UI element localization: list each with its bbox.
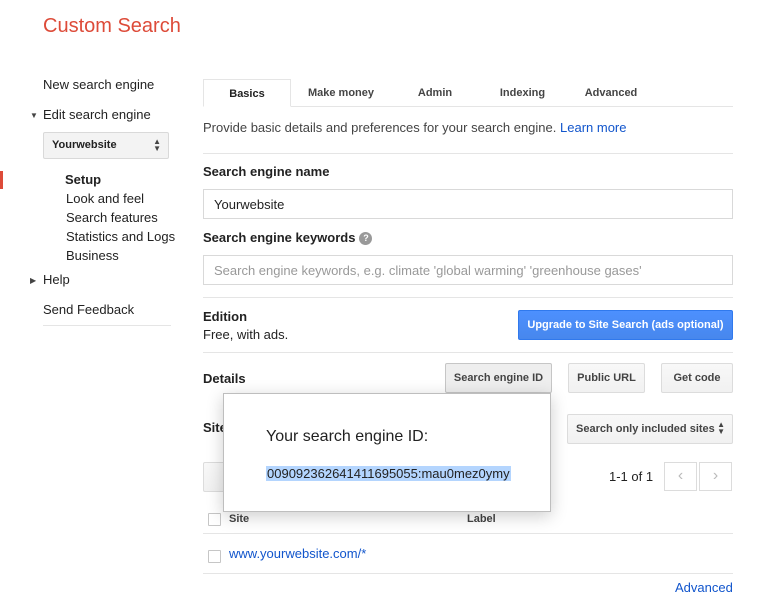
section-divider	[203, 297, 733, 298]
column-header-site: Site	[229, 513, 250, 525]
keywords-label-row: Search engine keywords?	[203, 230, 373, 245]
intro-text: Provide basic details and preferences fo…	[203, 120, 626, 135]
upgrade-button[interactable]: Upgrade to Site Search (ads optional)	[518, 310, 733, 340]
help-link[interactable]: Help	[43, 272, 70, 287]
search-engine-id-value[interactable]: 009092362641411695055:mau0mez0ymy	[266, 466, 511, 481]
edition-label: Edition	[203, 309, 248, 324]
details-label: Details	[203, 371, 246, 386]
up-down-arrows-icon: ▲ ▼	[717, 420, 725, 436]
pager-text: 1-1 of 1	[609, 469, 654, 484]
search-engine-id-popup: Your search engine ID: 00909236264141169…	[223, 393, 551, 512]
edition-value: Free, with ads.	[203, 327, 289, 342]
search-engine-select[interactable]: Yourwebsite ▲ ▼	[43, 132, 169, 159]
advanced-link[interactable]: Advanced	[675, 580, 733, 595]
search-engine-name-input[interactable]: Yourwebsite	[203, 189, 733, 219]
site-link[interactable]: www.yourwebsite.com/*	[229, 546, 366, 561]
search-engine-keywords-input[interactable]: Search engine keywords, e.g. climate 'gl…	[203, 255, 733, 285]
keywords-label: Search engine keywords	[203, 230, 356, 245]
popup-title: Your search engine ID:	[266, 428, 429, 445]
select-all-checkbox[interactable]	[208, 513, 221, 526]
section-divider	[203, 153, 733, 154]
intro-description: Provide basic details and preferences fo…	[203, 120, 557, 135]
name-label: Search engine name	[203, 164, 330, 179]
search-engine-select-value: Yourwebsite	[52, 139, 117, 151]
send-feedback-link[interactable]: Send Feedback	[43, 302, 134, 317]
triangle-right-icon[interactable]: ▶	[30, 276, 36, 285]
table-divider	[203, 573, 733, 574]
search-engine-id-button[interactable]: Search engine ID	[445, 363, 552, 393]
chevron-left-icon[interactable]: ‹	[664, 462, 697, 491]
table-divider	[203, 533, 733, 534]
help-circle-icon[interactable]: ?	[359, 232, 373, 245]
public-url-button[interactable]: Public URL	[568, 363, 645, 393]
tab-make-money[interactable]: Make money	[300, 79, 382, 107]
tab-indexing[interactable]: Indexing	[490, 79, 555, 107]
tab-advanced[interactable]: Advanced	[578, 79, 644, 107]
sidebar-item-search-features[interactable]: Search features	[66, 210, 158, 225]
sidebar-item-business[interactable]: Business	[66, 248, 119, 263]
edit-search-engine-link[interactable]: Edit search engine	[43, 107, 151, 122]
sidebar-divider	[43, 325, 171, 326]
up-down-arrows-icon: ▲ ▼	[153, 137, 161, 153]
search-mode-value: Search only included sites	[576, 423, 715, 435]
sidebar-item-setup[interactable]: Setup	[65, 172, 101, 187]
column-header-label: Label	[467, 513, 496, 525]
active-indicator	[0, 171, 3, 189]
get-code-button[interactable]: Get code	[661, 363, 733, 393]
search-mode-select[interactable]: Search only included sites ▲ ▼	[567, 414, 733, 444]
section-divider	[203, 352, 733, 353]
sidebar-item-statistics-and-logs[interactable]: Statistics and Logs	[66, 229, 175, 244]
app-title: Custom Search	[43, 15, 181, 37]
tab-admin[interactable]: Admin	[405, 79, 465, 107]
row-checkbox[interactable]	[208, 550, 221, 563]
tab-basics[interactable]: Basics	[203, 79, 291, 107]
new-search-engine-link[interactable]: New search engine	[43, 77, 154, 92]
learn-more-link[interactable]: Learn more	[560, 120, 626, 135]
chevron-right-icon[interactable]: ›	[699, 462, 732, 491]
sidebar-item-look-and-feel[interactable]: Look and feel	[66, 191, 144, 206]
triangle-down-icon[interactable]: ▼	[30, 111, 38, 120]
